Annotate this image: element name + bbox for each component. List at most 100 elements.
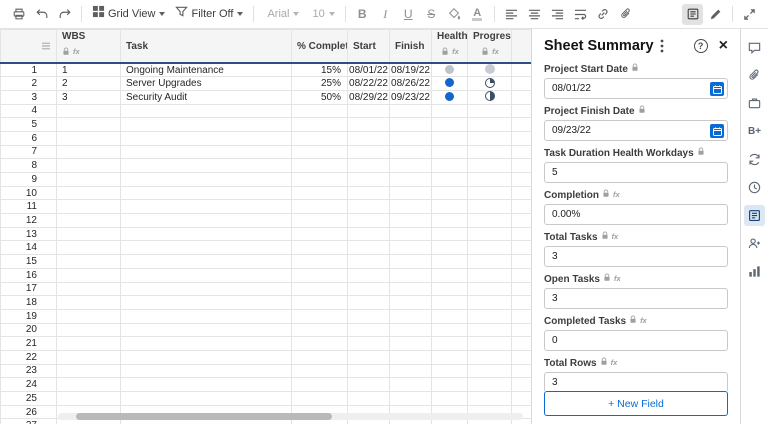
filter-selector[interactable]: Filter Off [171,4,247,25]
cell-task[interactable] [120,199,292,215]
cell-start[interactable] [347,308,390,324]
cell-filler[interactable] [511,130,531,146]
bold-button[interactable]: B [352,4,373,25]
row-number[interactable]: 16 [0,267,57,283]
brandfolder-icon[interactable]: B+ [744,121,765,142]
row-number[interactable]: 9 [0,172,57,187]
cell-progress[interactable] [467,213,512,228]
cell-finish[interactable] [389,213,432,228]
row-number[interactable]: 23 [0,363,57,379]
cell-start[interactable] [347,267,390,283]
cell-task[interactable] [120,144,292,160]
cell-complete[interactable] [291,267,348,283]
cell-filler[interactable] [511,308,531,324]
cell-health[interactable] [431,144,468,160]
field-value[interactable]: 5 [544,162,728,183]
cell-health[interactable] [431,254,468,269]
cell-filler[interactable] [511,322,531,338]
underline-button[interactable]: U [398,4,419,25]
cell-start[interactable] [347,103,390,119]
column-header-complete[interactable]: % Complete [291,29,348,64]
cell-start[interactable] [347,240,390,256]
cell-health[interactable] [431,240,468,256]
cell-complete[interactable] [291,281,348,297]
cell-progress[interactable] [467,130,512,146]
cell-wbs[interactable] [56,308,121,324]
cell-finish[interactable] [389,322,432,338]
row-number[interactable]: 2 [0,76,57,91]
kebab-menu-icon[interactable] [660,39,664,53]
row-number[interactable]: 19 [0,308,57,324]
horizontal-scrollbar[interactable] [58,413,523,420]
cell-task[interactable] [120,377,292,392]
cell-task[interactable] [120,281,292,297]
cell-wbs[interactable] [56,391,121,406]
cell-complete[interactable] [291,144,348,160]
cell-start[interactable] [347,349,390,365]
cell-start[interactable] [347,363,390,379]
row-number[interactable]: 17 [0,281,57,297]
row-number[interactable]: 4 [0,103,57,119]
cell-start[interactable]: 08/29/22 [347,89,390,105]
cell-progress[interactable] [467,226,512,242]
cell-filler[interactable] [511,363,531,379]
row-number[interactable]: 15 [0,254,57,269]
cell-progress[interactable] [467,391,512,406]
cell-complete[interactable] [291,103,348,119]
row-number[interactable]: 13 [0,226,57,242]
close-icon[interactable]: × [719,38,728,54]
cell-progress[interactable] [467,158,512,173]
cell-health[interactable] [431,391,468,406]
cell-progress[interactable] [467,295,512,310]
cell-start[interactable] [347,172,390,187]
link-icon[interactable] [593,4,614,25]
cell-filler[interactable] [511,158,531,173]
cell-wbs[interactable] [56,199,121,215]
cell-complete[interactable] [291,185,348,201]
cell-filler[interactable] [511,336,531,351]
cell-complete[interactable] [291,130,348,146]
cell-finish[interactable]: 08/19/22 [389,62,432,78]
column-header-health[interactable]: Health fx [431,29,468,64]
cell-progress[interactable] [467,117,512,132]
cell-filler[interactable] [511,172,531,187]
cell-filler[interactable] [511,254,531,269]
cell-progress[interactable] [467,199,512,215]
column-header-task[interactable]: Task [120,29,292,64]
cell-finish[interactable] [389,158,432,173]
calendar-icon[interactable] [710,82,724,96]
cell-task[interactable] [120,295,292,310]
cell-health[interactable] [431,267,468,283]
cell-health[interactable] [431,89,468,105]
cell-start[interactable] [347,377,390,392]
column-header-finish[interactable]: Finish [389,29,432,64]
cell-task[interactable] [120,185,292,201]
cell-task[interactable] [120,254,292,269]
cell-progress[interactable] [467,76,512,91]
cell-finish[interactable] [389,240,432,256]
cell-complete[interactable] [291,295,348,310]
cell-wbs[interactable] [56,158,121,173]
cell-filler[interactable] [511,281,531,297]
cell-wbs[interactable] [56,130,121,146]
sheet-summary-icon[interactable] [744,205,765,226]
cell-wbs[interactable] [56,185,121,201]
cell-filler[interactable] [511,377,531,392]
cell-complete[interactable] [291,391,348,406]
cell-finish[interactable] [389,172,432,187]
sheet-summary-toggle[interactable] [682,3,703,25]
cell-health[interactable] [431,308,468,324]
cell-task[interactable] [120,213,292,228]
cell-start[interactable] [347,130,390,146]
cell-finish[interactable] [389,103,432,119]
cell-filler[interactable] [511,295,531,310]
cell-health[interactable] [431,158,468,173]
cell-complete[interactable] [291,226,348,242]
cell-wbs[interactable] [56,281,121,297]
cell-filler[interactable] [511,144,531,160]
cell-filler[interactable] [511,240,531,256]
cell-filler[interactable] [511,199,531,215]
cell-health[interactable] [431,213,468,228]
column-header-start[interactable]: Start [347,29,390,64]
cell-finish[interactable] [389,130,432,146]
